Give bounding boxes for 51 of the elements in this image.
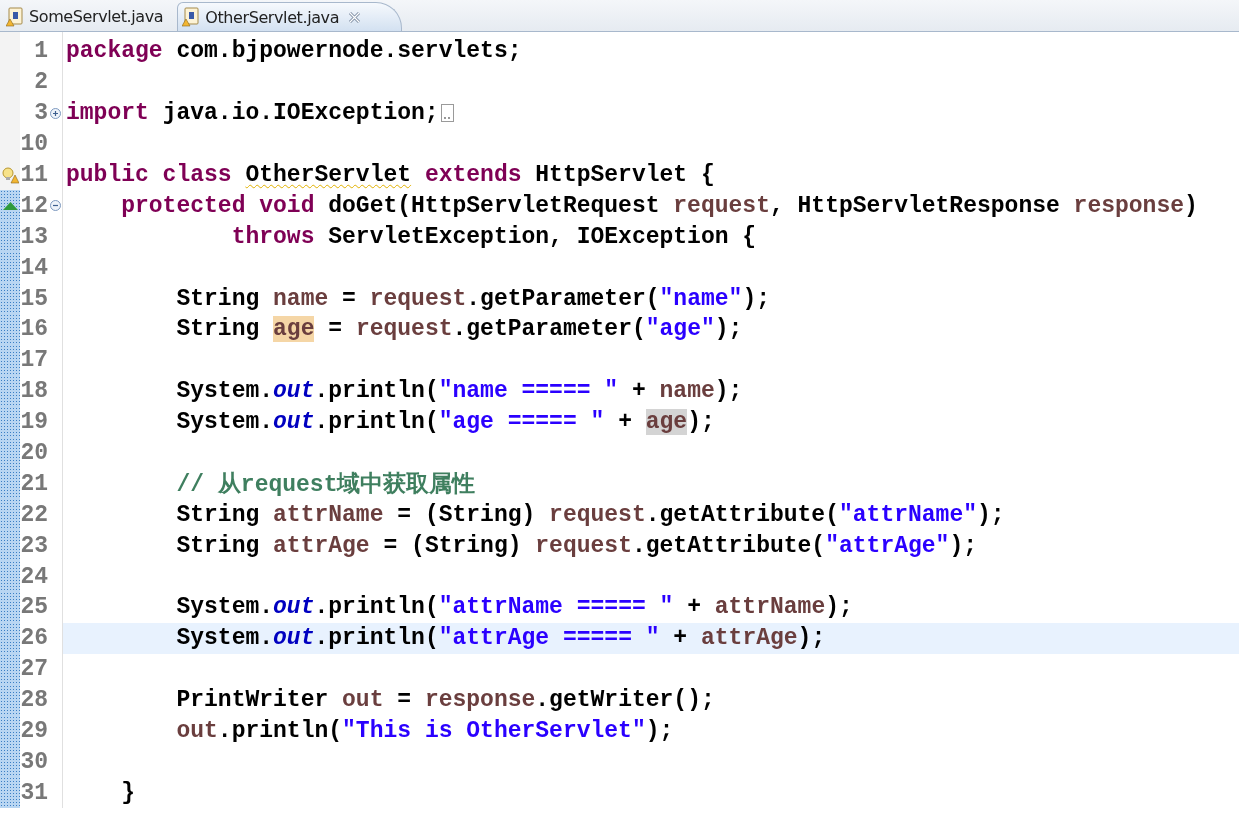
line-number: 20 (20, 440, 48, 466)
code-line: // 从request域中获取属性 (175, 470, 476, 500)
code-line: package com.bjpowernode.servlets; (65, 38, 522, 65)
line-number: 27 (20, 656, 48, 683)
editor-tab[interactable]: SomeServlet.java (2, 2, 178, 31)
code-line: throws ServletException, IOException { (230, 223, 757, 250)
java-file-icon (6, 6, 24, 27)
line-number: 18 (20, 378, 48, 405)
code-line: String name = request.getParameter("name"); (175, 285, 770, 312)
lightbulb-warning-icon[interactable] (1, 166, 19, 184)
line-number: 29 (20, 718, 48, 745)
code-line: System.out.println("name ===== " + name); (175, 378, 743, 405)
code-line: String attrName = (String) request.getAttribute("attrName"); (175, 501, 1005, 528)
line-number: 31 (20, 779, 48, 806)
line-number: 16 (20, 316, 48, 343)
code-line: System.out.println("age ===== " + age); (175, 409, 715, 436)
line-number: 2 (33, 69, 48, 96)
code-line: } (120, 779, 135, 806)
close-icon[interactable] (348, 10, 362, 24)
code-line: PrintWriter out = response.getWriter(); (175, 687, 715, 714)
line-number: 12 (20, 192, 48, 219)
line-number: 19 (20, 409, 48, 436)
line-number: 26 (20, 625, 48, 652)
line-number: 24 (20, 563, 48, 590)
line-number: 21 (20, 470, 48, 497)
code-line: import java.io.IOException; (65, 100, 439, 127)
code-line: String age = request.getParameter("age"); (175, 316, 743, 343)
line-number: 11 (20, 162, 48, 188)
line-number: 28 (20, 687, 48, 714)
line-number: 10 (20, 131, 48, 158)
line-number: 30 (20, 748, 48, 775)
line-number: 15 (20, 285, 48, 312)
fold-collapse-icon[interactable] (49, 200, 61, 212)
line-number: 23 (20, 532, 48, 559)
line-number: 13 (20, 223, 48, 250)
code-line: System.out.println("attrName ===== " + attrName); (175, 594, 853, 621)
line-number: 3 (33, 100, 48, 127)
line-number: 1 (33, 38, 48, 65)
code-line: protected void doGet(HttpServletRequest request, HttpServletResponse response) (120, 192, 1198, 219)
code-line: String attrAge = (String) request.getAttribute("attrAge"); (175, 532, 977, 559)
code-line: public class OtherServlet extends HttpServlet { (65, 162, 715, 188)
fold-expand-icon[interactable] (49, 107, 61, 119)
line-number: 25 (20, 594, 48, 621)
editor-tab[interactable]: OtherServlet.java (177, 2, 403, 31)
java-file-icon (182, 7, 201, 27)
line-number: 22 (20, 501, 48, 528)
code-line: out.println("This is OtherServlet"); (175, 718, 674, 745)
line-number: 17 (20, 347, 48, 374)
line-number: 14 (20, 254, 48, 281)
code-line: System.out.println("attrAge ===== " + attrAge); (175, 625, 826, 652)
folded-code-icon[interactable] (440, 104, 454, 123)
